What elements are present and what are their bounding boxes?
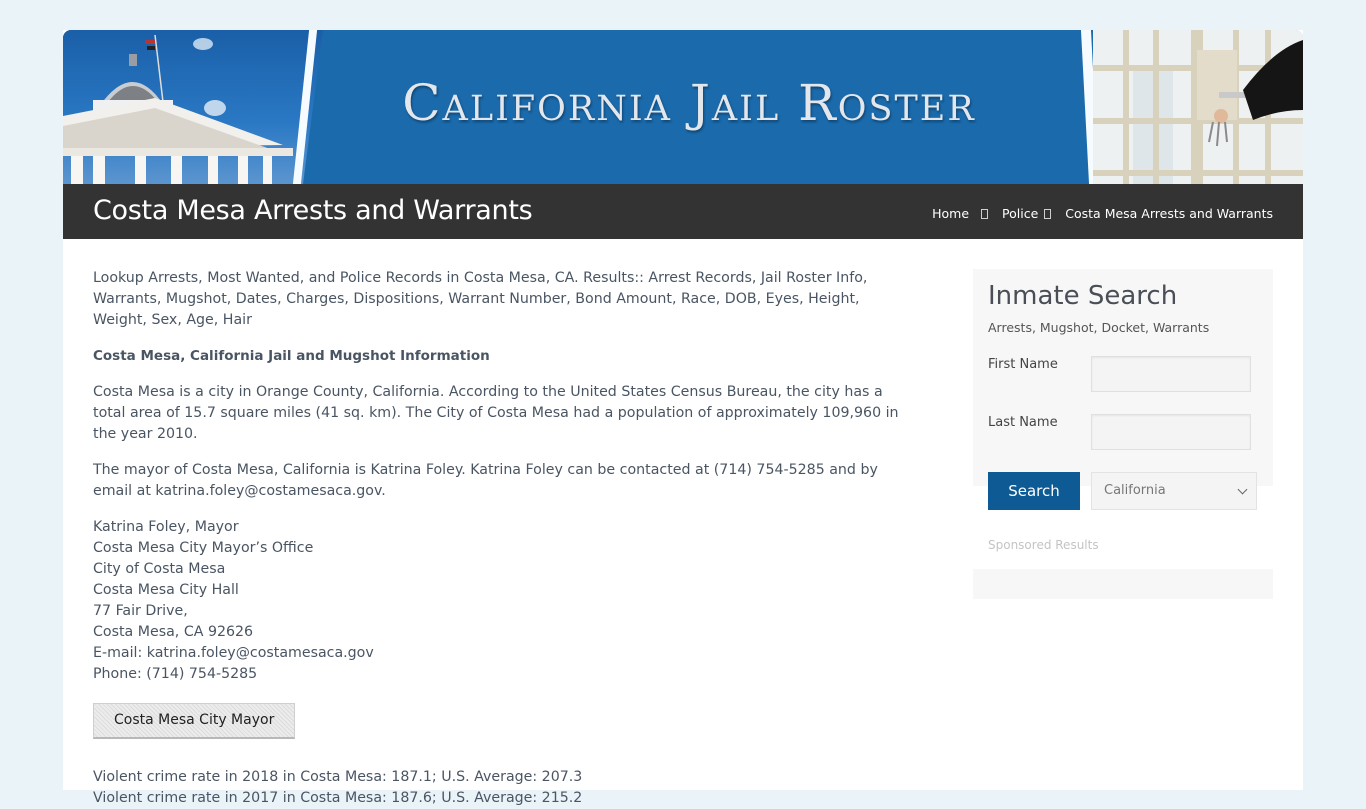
capitol-building-image xyxy=(63,34,293,184)
mayor-info-text: The mayor of Costa Mesa, California is K… xyxy=(93,462,878,499)
address-line: Costa Mesa City Hall xyxy=(93,582,239,598)
intro-text: Lookup Arrests, Most Wanted, and Police … xyxy=(93,270,868,328)
breadcrumb-police[interactable]: Police xyxy=(1002,206,1038,221)
chevron-down-icon xyxy=(1237,484,1248,495)
crime-stat-line: Violent crime rate in 2017 in Costa Mesa… xyxy=(93,790,583,806)
inmate-search-title: Inmate Search xyxy=(988,281,1178,311)
page-container: California Jail Roster Costa Mesa Arrest… xyxy=(63,30,1303,806)
address-line: Katrina Foley, Mayor xyxy=(93,519,239,535)
state-select-value: California xyxy=(1104,483,1166,498)
state-select[interactable]: California xyxy=(1091,472,1257,510)
breadcrumb: Home Police Costa Mesa Arrests and Warra… xyxy=(932,206,1273,221)
address-line: 77 Fair Drive, xyxy=(93,603,188,619)
breadcrumb-current: Costa Mesa Arrests and Warrants xyxy=(1065,206,1273,221)
chevron-right-icon xyxy=(1044,208,1052,219)
sponsored-results-label: Sponsored Results xyxy=(988,538,1099,552)
address-email: E-mail: katrina.foley@costamesaca.gov xyxy=(93,645,374,661)
address-line: Costa Mesa, CA 92626 xyxy=(93,624,254,640)
mayor-address: Katrina Foley, Mayor Costa Mesa City May… xyxy=(93,517,913,685)
crime-stats: Violent crime rate in 2018 in Costa Mesa… xyxy=(93,767,913,809)
inmate-search-panel: Inmate Search Arrests, Mugshot, Docket, … xyxy=(973,269,1273,486)
site-banner[interactable]: California Jail Roster xyxy=(63,30,1303,184)
sponsored-results-box xyxy=(973,569,1273,599)
address-phone: Phone: (714) 754-5285 xyxy=(93,666,258,682)
page-title: Costa Mesa Arrests and Warrants xyxy=(93,195,533,226)
city-mayor-button[interactable]: Costa Mesa City Mayor xyxy=(93,703,296,739)
breadcrumb-home[interactable]: Home xyxy=(932,206,969,221)
section-heading: Costa Mesa, California Jail and Mugshot … xyxy=(93,348,490,364)
crime-stat-line: Violent crime rate in 2018 in Costa Mesa… xyxy=(93,769,583,785)
main-content: Lookup Arrests, Most Wanted, and Police … xyxy=(93,268,913,809)
title-bar: Costa Mesa Arrests and Warrants Home Pol… xyxy=(63,184,1303,239)
last-name-label: Last Name xyxy=(988,415,1058,430)
address-line: Costa Mesa City Mayor’s Office xyxy=(93,540,314,556)
first-name-input[interactable] xyxy=(1091,356,1251,392)
last-name-input[interactable] xyxy=(1091,414,1251,450)
chevron-right-icon xyxy=(981,208,989,219)
search-button[interactable]: Search xyxy=(988,472,1080,510)
first-name-label: First Name xyxy=(988,357,1058,372)
inmate-search-subtitle: Arrests, Mugshot, Docket, Warrants xyxy=(988,320,1210,335)
site-title[interactable]: California Jail Roster xyxy=(359,74,1019,132)
city-info-text: Costa Mesa is a city in Orange County, C… xyxy=(93,384,899,442)
address-line: City of Costa Mesa xyxy=(93,561,226,577)
jail-cell-door-image xyxy=(1093,30,1303,184)
